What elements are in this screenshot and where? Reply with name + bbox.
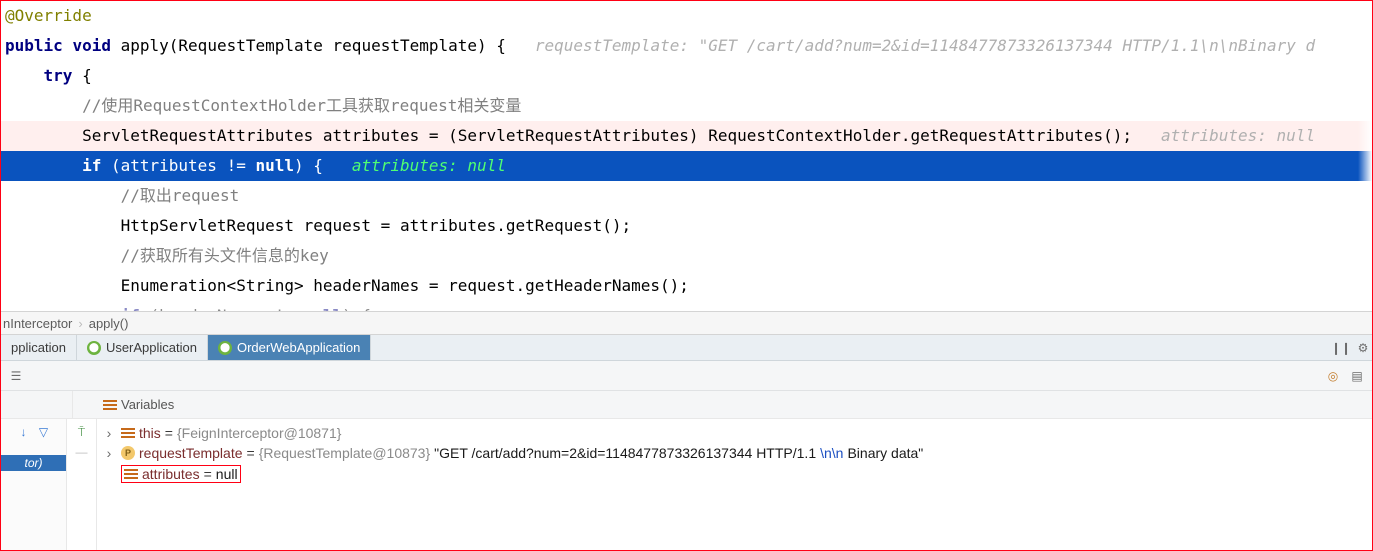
object-icon [121, 428, 135, 438]
highlighted-variable: attributes = null [121, 465, 241, 483]
variables-icon [103, 400, 117, 410]
code-line: HttpServletRequest request = attributes.… [1, 211, 1372, 241]
variables-title: Variables [121, 397, 174, 412]
variable-row-this[interactable]: › this = {FeignInterceptor@10871} [97, 423, 1372, 443]
tab-application-1[interactable]: pplication [1, 335, 77, 360]
code-editor[interactable]: @Override public void apply(RequestTempl… [1, 1, 1372, 311]
inline-hint: requestTemplate: "GET /cart/add?num=2&id… [535, 36, 1315, 55]
code-line-highlighted-error: ServletRequestAttributes attributes = (S… [1, 121, 1372, 151]
add-watch-icon[interactable]: ⍑ [75, 425, 89, 439]
fade-overlay [1358, 1, 1372, 311]
mute-breakpoints-icon[interactable]: ❙❙ [1334, 341, 1348, 355]
chevron-right-icon: › [78, 316, 82, 331]
variables-tree[interactable]: › this = {FeignInterceptor@10871} › P re… [97, 419, 1372, 550]
watches-icon[interactable]: ◎ [1326, 369, 1340, 383]
code-line-faded: if (headerNames != null) { [1, 301, 1372, 311]
tab-order-web-application[interactable]: ⬤ OrderWebApplication [208, 335, 371, 360]
spring-boot-icon: ⬤ [218, 341, 232, 355]
breadcrumb-item[interactable]: apply() [89, 316, 129, 331]
debug-panel-body: ↓ ▽ tor) ⍑ — › this = {FeignInterceptor@… [1, 419, 1372, 550]
layout-icon[interactable]: ▤ [1350, 369, 1364, 383]
code-line: //取出request [1, 181, 1372, 211]
tab-user-application[interactable]: ⬤ UserApplication [77, 335, 208, 360]
filter-icon[interactable]: ▽ [37, 425, 51, 439]
variable-row-attributes[interactable]: › attributes = null [97, 463, 1372, 485]
variable-row-request-template[interactable]: › P requestTemplate = {RequestTemplate@1… [97, 443, 1372, 463]
parameter-icon: P [121, 446, 135, 460]
frames-icon[interactable]: ☰ [9, 369, 23, 383]
code-line: //获取所有头文件信息的key [1, 241, 1372, 271]
breadcrumb[interactable]: nInterceptor › apply() [1, 311, 1372, 335]
settings-icon[interactable]: ⚙ [1356, 341, 1370, 355]
debug-toolbar: ☰ ◎ ▤ [1, 361, 1372, 391]
code-line: Enumeration<String> headerNames = reques… [1, 271, 1372, 301]
variables-panel-header: Variables [1, 391, 1372, 419]
code-line: try { [1, 61, 1372, 91]
arrow-down-icon[interactable]: ↓ [17, 425, 31, 439]
code-line: public void apply(RequestTemplate reques… [1, 31, 1372, 61]
frames-gutter: ↓ ▽ tor) [1, 419, 67, 550]
annotation-text: @Override [5, 6, 92, 25]
run-config-tabs: pplication ⬤ UserApplication ⬤ OrderWebA… [1, 335, 1372, 361]
inline-hint: attributes: null [1161, 126, 1315, 145]
object-icon [124, 469, 138, 479]
tabs-right-controls: ❙❙ ⚙ [1334, 335, 1370, 360]
expand-icon[interactable]: › [101, 425, 117, 441]
code-line: @Override [1, 1, 1372, 31]
code-line-execution-point: if (attributes != null) { attributes: nu… [1, 151, 1372, 181]
breadcrumb-item[interactable]: nInterceptor [3, 316, 72, 331]
root-container: @Override public void apply(RequestTempl… [0, 0, 1373, 551]
code-line: //使用RequestContextHolder工具获取request相关变量 [1, 91, 1372, 121]
expand-icon[interactable]: › [101, 445, 117, 461]
variables-header-gutter [7, 391, 73, 418]
evaluate-gutter: ⍑ — [67, 419, 97, 550]
frame-label[interactable]: tor) [1, 455, 66, 471]
inline-hint: attributes: null [352, 156, 506, 175]
spring-boot-icon: ⬤ [87, 341, 101, 355]
remove-watch-icon[interactable]: — [75, 445, 89, 459]
